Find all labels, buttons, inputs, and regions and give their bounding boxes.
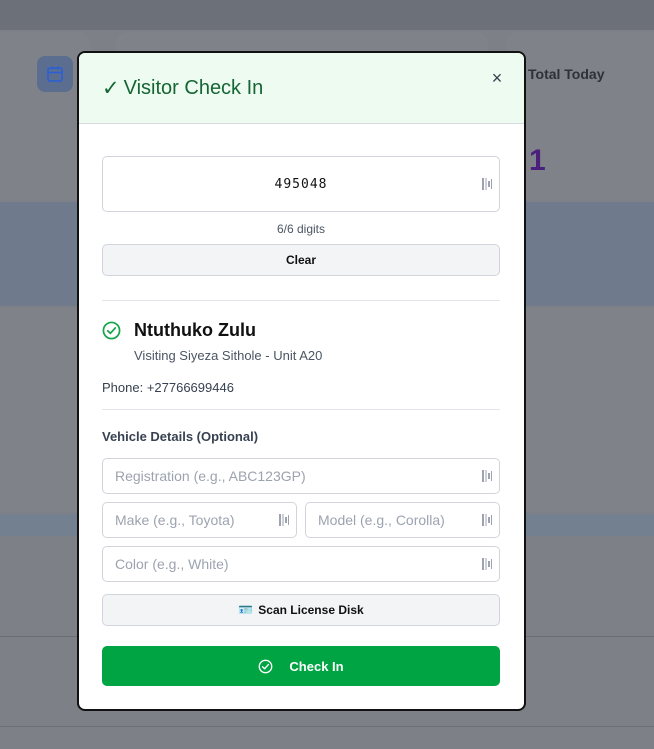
stat-value: 1 — [529, 144, 546, 177]
divider — [102, 300, 500, 301]
check-circle-icon — [102, 321, 121, 340]
barcode-icon[interactable] — [481, 557, 493, 571]
barcode-icon[interactable] — [481, 469, 493, 483]
id-card-icon: 🪪 — [238, 603, 254, 617]
model-placeholder: Model (e.g., Corolla) — [318, 512, 445, 528]
scan-license-disk-button[interactable]: 🪪 Scan License Disk — [102, 594, 500, 626]
digits-status: 6/6 digits — [276, 222, 326, 236]
divider — [102, 409, 500, 410]
registration-placeholder: Registration (e.g., ABC123GP) — [115, 468, 306, 484]
background-divider — [0, 726, 654, 727]
modal-header: ✓ Visitor Check In × — [79, 53, 524, 124]
check-in-button[interactable]: Check In — [102, 646, 500, 686]
close-icon[interactable]: × — [488, 68, 506, 88]
clear-button[interactable]: Clear — [102, 244, 500, 276]
background-top-strip — [0, 0, 654, 30]
make-input[interactable]: Make (e.g., Toyota) — [102, 502, 297, 538]
barcode-icon[interactable] — [481, 513, 493, 527]
make-placeholder: Make (e.g., Toyota) — [115, 512, 235, 528]
modal-title-text: Visitor Check In — [123, 76, 264, 99]
stat-label: Total Today — [528, 66, 605, 82]
modal-body: 495048 6/6 digits Clear Ntuthuko Zulu Vi… — [79, 124, 524, 686]
barcode-icon[interactable] — [278, 513, 290, 527]
make-model-row: Make (e.g., Toyota) Model (e.g., Corolla… — [102, 502, 500, 538]
registration-input[interactable]: Registration (e.g., ABC123GP) — [102, 458, 500, 494]
calendar-icon — [37, 56, 73, 92]
check-mark-icon: ✓ — [102, 76, 120, 100]
color-input[interactable]: Color (e.g., White) — [102, 546, 500, 582]
modal-title: ✓ Visitor Check In — [102, 76, 263, 101]
check-in-label: Check In — [289, 658, 344, 674]
check-circle-icon — [259, 659, 273, 673]
access-code-input[interactable]: 495048 — [102, 156, 500, 212]
visitor-info: Ntuthuko Zulu Visiting Siyeza Sithole - … — [102, 320, 500, 363]
scan-license-disk-label: Scan License Disk — [258, 603, 364, 617]
visitor-name: Ntuthuko Zulu — [134, 320, 256, 340]
check-in-modal: ✓ Visitor Check In × 495048 6/6 digits C… — [77, 51, 526, 711]
visiting-host: Visiting Siyeza Sithole - Unit A20 — [134, 348, 323, 363]
color-placeholder: Color (e.g., White) — [115, 556, 229, 572]
barcode-icon[interactable] — [481, 177, 493, 191]
access-code-value: 495048 — [274, 176, 328, 192]
visitor-phone: Phone: +27766699446 — [102, 380, 234, 395]
model-input[interactable]: Model (e.g., Corolla) — [305, 502, 500, 538]
vehicle-section-label: Vehicle Details (Optional) — [102, 429, 259, 444]
